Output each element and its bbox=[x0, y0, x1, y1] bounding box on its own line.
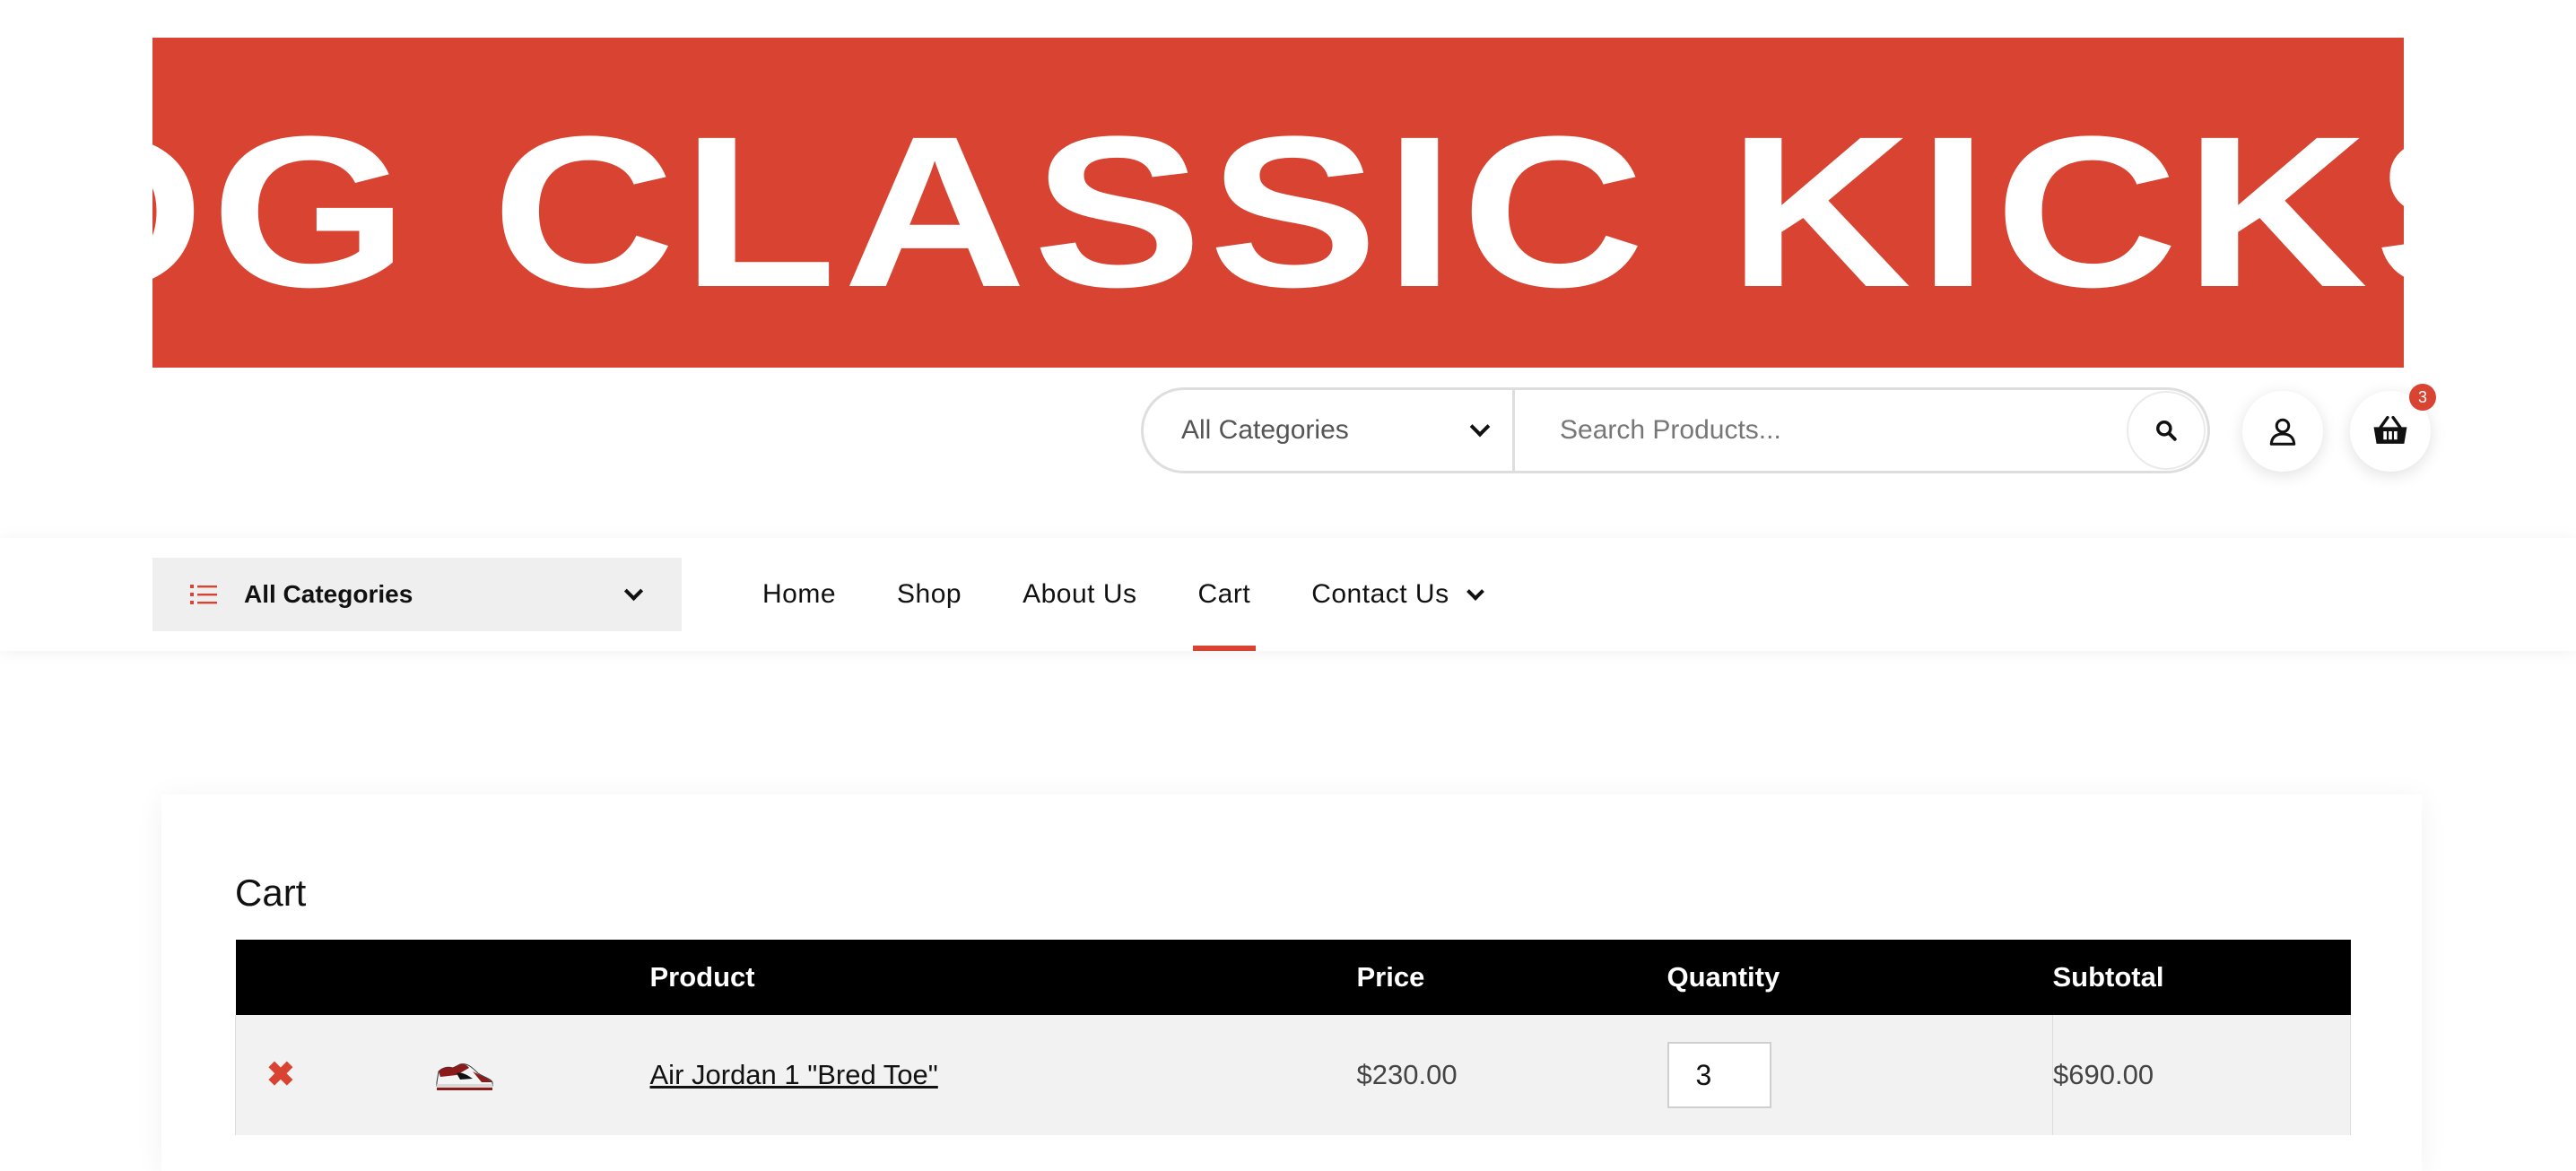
table-row: ✖ Air Jordan 1 "Bred Toe" $230.00 3 $690… bbox=[235, 1015, 2351, 1135]
search-icon bbox=[2156, 421, 2177, 441]
nav-link-contact-us[interactable]: Contact Us bbox=[1311, 538, 1484, 651]
cart-table: Product Price Quantity Subtotal ✖ Air Jo… bbox=[235, 940, 2351, 1135]
nav-link-label: Home bbox=[762, 579, 837, 609]
category-select-value: All Categories bbox=[1181, 415, 1349, 445]
nav-link-label: About Us bbox=[1023, 579, 1137, 609]
quantity-cell bbox=[1667, 1015, 2053, 1135]
header-product: Product bbox=[649, 940, 1357, 1015]
search-input[interactable] bbox=[1515, 390, 2127, 471]
sneaker-thumbnail[interactable] bbox=[433, 1055, 496, 1095]
nav-link-cart[interactable]: Cart bbox=[1192, 538, 1256, 651]
category-select[interactable]: All Categories bbox=[1144, 390, 1515, 471]
table-header-row: Product Price Quantity Subtotal bbox=[235, 940, 2351, 1015]
close-icon[interactable]: ✖ bbox=[266, 1058, 295, 1092]
remove-cell: ✖ bbox=[235, 1015, 399, 1135]
user-icon bbox=[2269, 418, 2296, 446]
header-quantity: Quantity bbox=[1667, 940, 2053, 1015]
header-price: Price bbox=[1356, 940, 1667, 1015]
header-thumbnail bbox=[398, 940, 650, 1015]
banner-title: OG CLASSIC KICKS bbox=[152, 91, 2404, 332]
chevron-down-icon bbox=[1469, 416, 1491, 438]
chevron-down-icon bbox=[1466, 583, 1484, 601]
nav-link-label: Cart bbox=[1197, 579, 1251, 609]
cart-count-badge: 3 bbox=[2409, 384, 2436, 411]
all-categories-label: All Categories bbox=[244, 580, 413, 608]
nav-link-home[interactable]: Home bbox=[762, 538, 836, 651]
search-button[interactable] bbox=[2127, 391, 2206, 470]
account-button[interactable] bbox=[2242, 391, 2323, 472]
nav-links: Home Shop About Us Cart Contact Us bbox=[762, 538, 1543, 651]
search-bar: All Categories bbox=[1141, 387, 2210, 473]
header-subtotal: Subtotal bbox=[2052, 940, 2351, 1015]
basket-icon bbox=[2373, 415, 2407, 444]
nav-link-label: Contact Us bbox=[1311, 579, 1449, 609]
product-cell: Air Jordan 1 "Bred Toe" bbox=[649, 1015, 1357, 1135]
all-categories-menu[interactable]: All Categories bbox=[152, 558, 682, 631]
subtotal-cell: $690.00 bbox=[2052, 1015, 2351, 1135]
header-remove bbox=[235, 940, 399, 1015]
cart-panel: Cart Product Price Quantity Subtotal ✖ A… bbox=[161, 794, 2422, 1171]
nav-link-shop[interactable]: Shop bbox=[897, 538, 962, 651]
chevron-down-icon bbox=[623, 581, 644, 601]
quantity-stepper[interactable] bbox=[1667, 1042, 1771, 1108]
product-link[interactable]: Air Jordan 1 "Bred Toe" bbox=[650, 1059, 938, 1090]
main-nav: All Categories Home Shop About Us Cart C… bbox=[0, 538, 2576, 651]
list-icon bbox=[190, 585, 217, 604]
page-title: Cart bbox=[235, 872, 307, 914]
price-cell: $230.00 bbox=[1356, 1015, 1667, 1135]
thumbnail-cell bbox=[398, 1015, 650, 1135]
site-banner-logo[interactable]: OG CLASSIC KICKS bbox=[152, 38, 2404, 368]
nav-link-label: Shop bbox=[897, 579, 962, 609]
nav-link-about-us[interactable]: About Us bbox=[1023, 538, 1136, 651]
